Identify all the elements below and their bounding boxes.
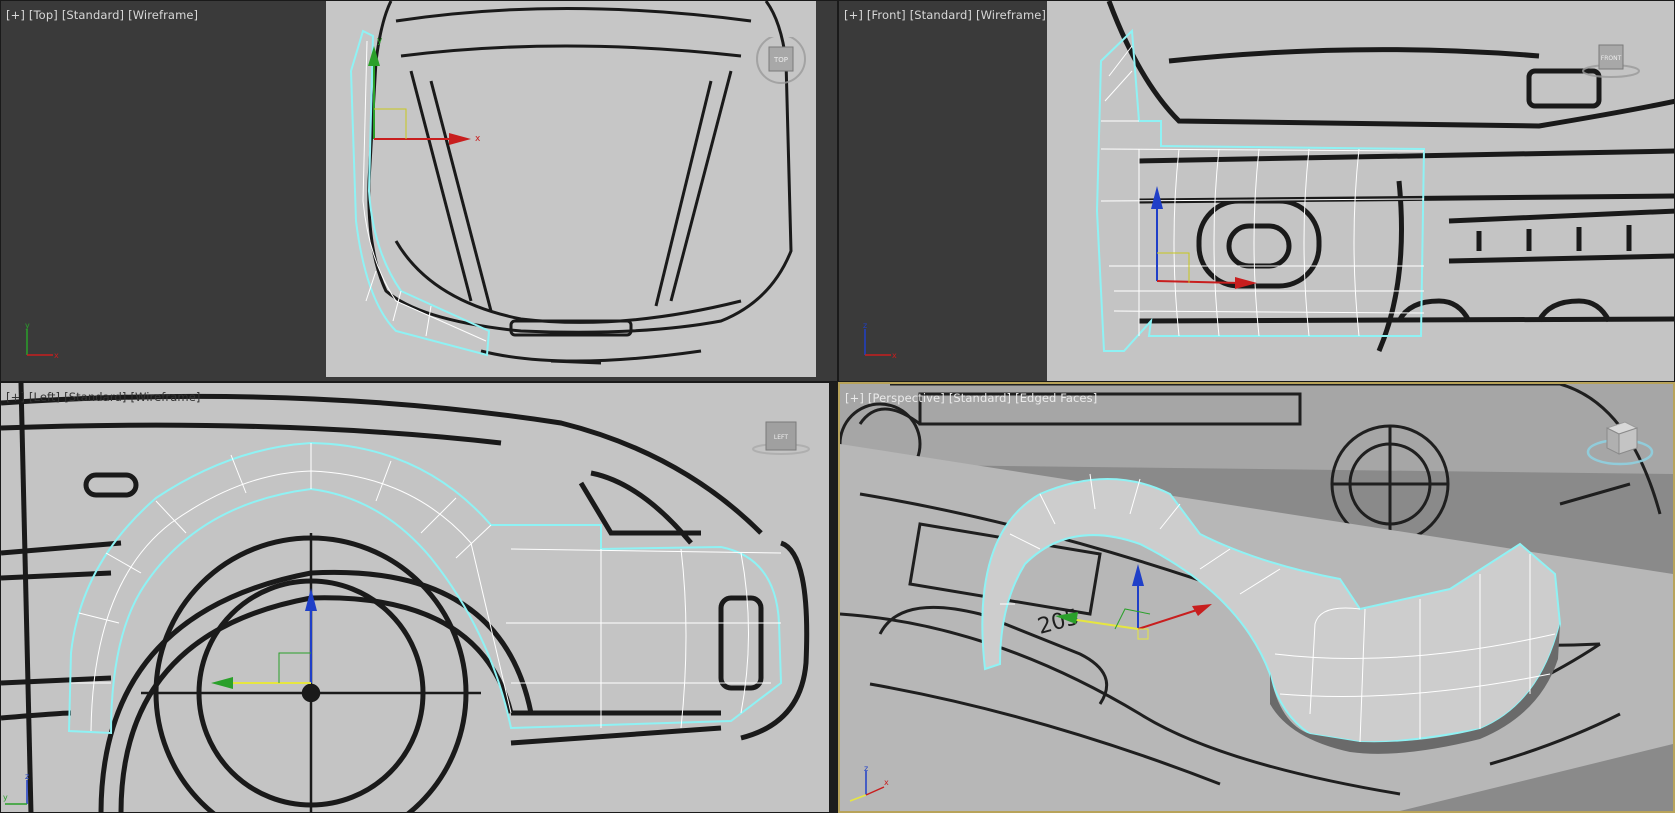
viewport-shading-mode[interactable]: [Wireframe]: [130, 390, 200, 404]
viewport-front[interactable]: [+] [Front] [Standard] [Wireframe] FRONT…: [838, 0, 1675, 382]
tripod-y-label: y: [25, 321, 30, 330]
viewport-shading-preset[interactable]: [Standard]: [910, 8, 972, 22]
blueprint-plane: [1, 383, 829, 812]
viewport-menu-plus[interactable]: [+]: [6, 8, 25, 22]
viewcube-perspective[interactable]: [1585, 414, 1655, 478]
viewport-left[interactable]: [+] [Left] [Standard] [Wireframe] LEFT z y: [0, 382, 830, 813]
top-scene: x y: [326, 1, 816, 377]
viewport-shading-preset[interactable]: [Standard]: [949, 391, 1011, 405]
perspective-scene: 205: [840, 384, 1673, 811]
viewcube-front[interactable]: FRONT: [1579, 41, 1643, 89]
viewport-shading-mode[interactable]: [Wireframe]: [128, 8, 198, 22]
viewport-shading-preset[interactable]: [Standard]: [62, 8, 124, 22]
viewport-top-label[interactable]: [+] [Top] [Standard] [Wireframe]: [6, 8, 202, 22]
viewport-view-name[interactable]: [Front]: [867, 8, 906, 22]
tripod-x-label: x: [892, 351, 897, 360]
viewcube-top-label: TOP: [773, 56, 788, 64]
tripod-y-label: y: [3, 793, 8, 802]
viewport-left-label[interactable]: [+] [Left] [Standard] [Wireframe]: [6, 390, 204, 404]
viewcube-left-label: LEFT: [774, 434, 788, 441]
left-scene: [1, 383, 829, 812]
axis-tripod-perspective: z x: [849, 765, 889, 802]
viewport-view-name[interactable]: [Top]: [29, 8, 58, 22]
viewcube-front-label: FRONT: [1601, 55, 1622, 62]
viewport-view-name[interactable]: [Left]: [29, 390, 60, 404]
viewport-perspective-label[interactable]: [+] [Perspective] [Standard] [Edged Faces]: [845, 391, 1101, 405]
svg-text:y: y: [377, 36, 383, 46]
viewport-front-label[interactable]: [+] [Front] [Standard] [Wireframe]: [844, 8, 1050, 22]
tripod-x-label: x: [54, 351, 59, 360]
viewport-shading-mode[interactable]: [Edged Faces]: [1015, 391, 1097, 405]
viewport-menu-plus[interactable]: [+]: [6, 390, 25, 404]
tripod-z-label: z: [863, 321, 867, 330]
tripod-z-label: z: [25, 772, 29, 781]
tripod-x-label: x: [884, 778, 889, 787]
axis-tripod-left: z y: [3, 772, 29, 805]
viewport-grid: [+] [Top] [Standard] [Wireframe] x y TOP…: [0, 0, 1675, 813]
axis-tripod-top: y x: [25, 321, 59, 360]
viewport-menu-plus[interactable]: [+]: [845, 391, 864, 405]
viewcube-left[interactable]: LEFT: [749, 419, 813, 467]
axis-tripod-front: z x: [863, 321, 897, 360]
viewport-shading-mode[interactable]: [Wireframe]: [976, 8, 1046, 22]
front-scene: [1047, 1, 1674, 381]
tripod-z-label: z: [864, 765, 868, 773]
viewport-shading-preset[interactable]: [Standard]: [64, 390, 126, 404]
viewcube-top[interactable]: TOP: [753, 34, 809, 97]
viewport-view-name[interactable]: [Perspective]: [868, 391, 945, 405]
viewport-perspective[interactable]: 205 [+] [Perspective] [Standard] [Edged …: [838, 382, 1675, 813]
svg-text:x: x: [475, 134, 481, 144]
viewport-menu-plus[interactable]: [+]: [844, 8, 863, 22]
viewport-top[interactable]: [+] [Top] [Standard] [Wireframe] x y TOP…: [0, 0, 838, 382]
